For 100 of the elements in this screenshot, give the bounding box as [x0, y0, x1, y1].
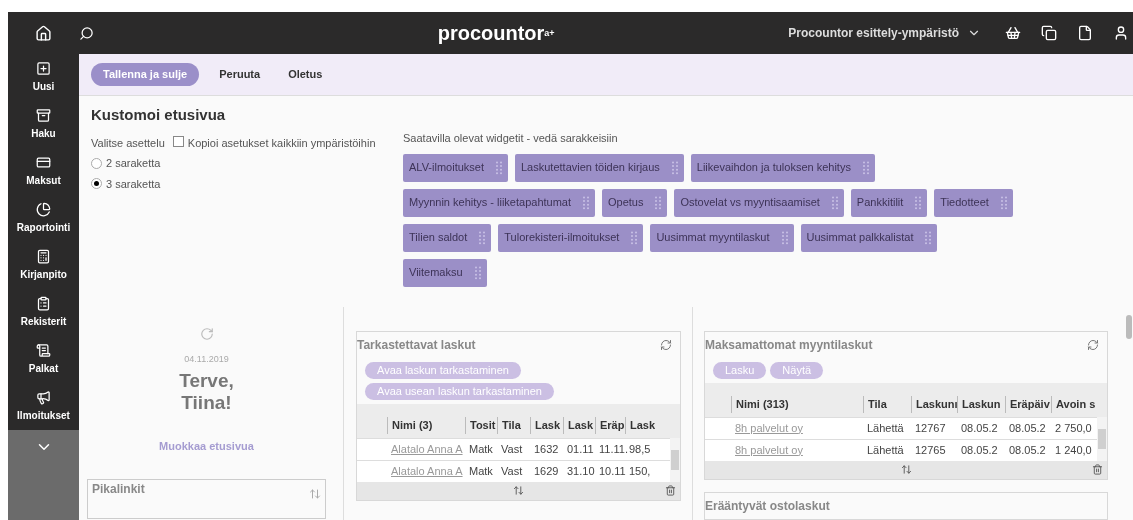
greeting-text: Terve, Tiina! [179, 370, 234, 414]
drag-handle-icon[interactable] [583, 195, 589, 210]
more-button[interactable] [8, 430, 79, 520]
column-header[interactable]: Tila [868, 398, 887, 410]
widget-chip[interactable]: Tiedotteet [934, 188, 1013, 217]
widget-title: Erääntyvät ostolaskut [705, 498, 830, 513]
home-icon[interactable] [35, 24, 52, 42]
sidebar-item[interactable]: Ilmoitukset [8, 383, 79, 430]
table-cell: 08.05.2 [961, 421, 998, 434]
widget-chip[interactable]: Opetus [602, 188, 668, 217]
sidebar-item[interactable]: Rekisterit [8, 289, 79, 336]
widgets-label: Saatavilla olevat widgetit - vedä sarakkeisiin [403, 131, 619, 146]
drag-handle-icon[interactable] [862, 160, 869, 175]
radio-button[interactable] [91, 178, 102, 190]
widget-title: Maksamattomat myyntilaskut [705, 336, 873, 354]
column-header[interactable]: Lask [630, 419, 656, 431]
column-header[interactable]: Nimi (3) [392, 419, 433, 431]
drag-handle-icon[interactable] [831, 195, 838, 210]
table-cell: Vast [501, 442, 523, 455]
sidebar-icon [36, 108, 51, 123]
sort-icon[interactable] [309, 487, 321, 500]
sidebar-item[interactable]: Maksut [8, 148, 79, 195]
widget-chip[interactable]: Tilien saldot [403, 223, 492, 252]
page-title: Kustomoi etusivua [91, 105, 227, 125]
refresh-icon[interactable] [1087, 338, 1099, 351]
drag-handle-icon[interactable] [925, 230, 932, 245]
user-icon[interactable] [1113, 25, 1129, 41]
layout-label: Valitse asettelu [91, 135, 165, 151]
column-header[interactable]: Nimi (313) [736, 398, 789, 410]
sidebar-item[interactable]: Kirjanpito [8, 242, 79, 289]
trash-icon[interactable] [1092, 464, 1103, 475]
scrollbar[interactable] [1097, 416, 1107, 461]
widget-chip[interactable]: Tulorekisteri-ilmoitukset [498, 223, 644, 252]
widget-chip[interactable]: Uusimmat palkkalistat [800, 223, 938, 252]
column-header[interactable]: Lask [535, 419, 561, 431]
sidebar-item[interactable]: Raportointi [8, 195, 79, 242]
table-cell: 150, [629, 464, 651, 477]
sidebar-item[interactable]: Palkat [8, 336, 79, 383]
table-cell: 12765 [915, 443, 946, 456]
sidebar-icon [36, 296, 51, 311]
drag-handle-icon[interactable] [479, 230, 486, 245]
widget-chip[interactable]: Laskutettavien töiden kirjaus [515, 153, 684, 182]
table-cell: Vast [501, 464, 523, 477]
column-header[interactable]: Tila [502, 419, 521, 431]
column-header[interactable]: Tosit [470, 419, 496, 431]
table-cell: 1 240,0 [1055, 443, 1092, 456]
drag-handle-icon[interactable] [781, 230, 788, 245]
table-cell: 31.10 [567, 464, 595, 477]
widget-chip[interactable]: Liikevaihdon ja tuloksen kehitys [690, 153, 875, 182]
table-cell: Matk [469, 464, 493, 477]
drag-handle-icon[interactable] [631, 230, 638, 245]
drag-handle-icon[interactable] [915, 195, 922, 210]
radio-label: 2 saraketta [106, 156, 161, 171]
widget-chip[interactable]: Viitemaksu [403, 258, 487, 287]
widget-chip[interactable]: Ostovelat vs myyntisaamiset [674, 188, 844, 217]
column-header[interactable]: Eräp [600, 419, 625, 431]
sidebar-icon [36, 61, 51, 76]
column-header[interactable]: Lask [568, 419, 594, 431]
document-icon[interactable] [1077, 25, 1093, 41]
drag-handle-icon[interactable] [655, 195, 662, 210]
widget-chip[interactable]: Myynnin kehitys - liiketapahtumat [403, 188, 595, 217]
sidebar-icon [36, 249, 51, 264]
widget-chip[interactable]: Pankkitilit [850, 188, 928, 217]
widget-chip[interactable]: ALV-ilmoitukset [403, 153, 508, 182]
table-cell: 01.11 [567, 442, 594, 455]
column-header[interactable]: Eräpäiv [1010, 398, 1050, 410]
widget-chip[interactable]: Uusimmat myyntilaskut [650, 223, 794, 252]
table-cell: 10.11 [599, 464, 626, 477]
sidebar-item[interactable]: Uusi [8, 54, 79, 101]
table-cell: Lähettä [867, 421, 904, 434]
trash-icon[interactable] [665, 485, 676, 496]
refresh-icon[interactable] [660, 338, 672, 351]
drag-handle-icon[interactable] [1000, 195, 1007, 210]
card-title: Pikalinkit [92, 480, 145, 498]
logo[interactable]: procountor$^{a+}$ [437, 18, 555, 48]
environment-dropdown[interactable]: Procountor esittely-ympäristö [788, 24, 981, 42]
table-cell: 08.05.2 [1009, 421, 1046, 434]
toolbar-button[interactable]: Peruuta [211, 63, 269, 86]
basket-icon[interactable] [1005, 25, 1021, 41]
table-cell: 1632 [534, 442, 559, 455]
column-header[interactable]: Laskunı [916, 398, 958, 410]
column-header[interactable]: Laskun [962, 398, 1001, 410]
copy-icon[interactable] [1041, 25, 1057, 41]
drag-handle-icon[interactable] [496, 160, 502, 175]
radio-button[interactable] [91, 157, 102, 169]
checkbox[interactable] [172, 135, 184, 147]
sidebar-item[interactable]: Haku [8, 101, 79, 148]
column-header[interactable]: Avoin s [1056, 398, 1096, 410]
search-icon[interactable] [79, 25, 94, 41]
table-cell: 2 750,0 [1055, 421, 1092, 434]
scrollbar[interactable] [670, 437, 680, 482]
resize-icon[interactable] [900, 464, 912, 475]
table-cell: 12767 [915, 421, 946, 434]
spinner-icon [199, 326, 214, 341]
widget-title: Tarkastettavat laskut [357, 336, 476, 354]
drag-handle-icon[interactable] [671, 160, 678, 175]
table-cell: 1629 [534, 464, 559, 477]
resize-icon[interactable] [513, 485, 524, 496]
drag-handle-icon[interactable] [474, 265, 481, 280]
toolbar-button[interactable]: Oletus [280, 63, 331, 86]
